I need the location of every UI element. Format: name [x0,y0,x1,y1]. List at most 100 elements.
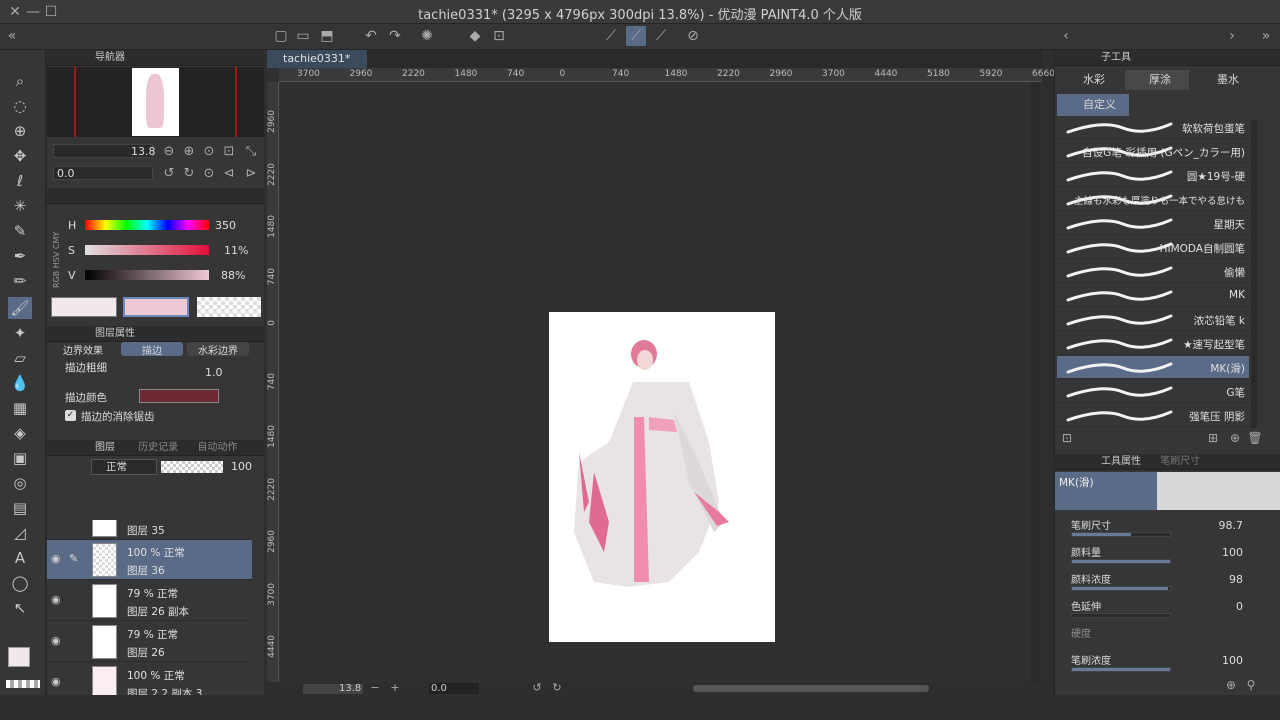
snap-special-ruler-icon[interactable]: ⟋ [626,26,646,46]
history-tab[interactable]: 历史记录 [138,442,178,453]
save-icon[interactable]: ⬒ [318,26,336,46]
color-stretch-row[interactable]: 色延伸 0 [1055,595,1280,622]
brush-item[interactable]: ★速写起型笔 [1057,332,1249,355]
add-subtool-icon[interactable]: ⊕ [1227,428,1243,448]
antialias-checkbox[interactable]: ✓ [65,410,76,421]
zoom-plus-icon[interactable]: + [389,678,401,698]
fit-icon[interactable]: ⊡ [221,142,237,162]
rotate-canvas-right-icon[interactable]: ↻ [551,678,563,698]
zoom-in-icon[interactable]: ⊕ [181,142,197,162]
tab-thick-paint[interactable]: 厚涂 [1125,70,1189,90]
transform-icon[interactable]: ⊡ [490,26,508,46]
stroke-button[interactable]: 描边 [121,342,183,357]
horizontal-scrollbar[interactable] [693,685,929,692]
document-tab[interactable]: tachie0331* [267,50,367,68]
fill-icon[interactable]: ◆ [466,26,484,46]
rotate-reset-icon[interactable]: ⊙ [201,164,217,184]
chevron-right-icon[interactable]: › [1224,26,1240,46]
saturation-slider[interactable] [85,245,209,255]
brush-item[interactable]: 浓芯铅笔 k [1057,308,1249,331]
pen-tool-icon[interactable]: ✒ [8,245,32,267]
tab-ink[interactable]: 墨水 [1193,70,1257,90]
layers-title[interactable]: 图层 [95,442,115,453]
new-file-icon[interactable]: ▢ [272,26,290,46]
lasso-tool-icon[interactable]: ℓ [8,170,32,192]
opacity-value[interactable]: 100 [231,460,252,473]
stroke-color-chip[interactable] [139,389,219,403]
balloon-tool-icon[interactable]: ◯ [8,572,32,594]
auto-action-tab[interactable]: 自动动作 [197,442,237,453]
value-slider[interactable] [85,270,209,280]
brush-item[interactable]: 软软荷包蛋笔 [1057,120,1249,139]
zoom-out-icon[interactable]: ⊖ [161,142,177,162]
hue-slider[interactable] [85,220,209,230]
paint-amount-row[interactable]: 颜料量 100 [1055,541,1280,568]
snap-ruler-icon[interactable]: ⟋ [602,26,620,46]
paint-density-row[interactable]: 颜料浓度 98 [1055,568,1280,595]
move-tool-icon[interactable]: ✥ [8,145,32,167]
brush-item[interactable]: 偷懒 [1057,260,1249,283]
layer-row[interactable]: ◉ 100 % 正常 图层 2 2 副本 3 [47,663,252,695]
redo-icon[interactable]: ↷ [386,26,404,46]
transparent-color-swatch[interactable] [6,680,40,688]
ruler-tool-icon[interactable]: ◿ [8,522,32,544]
rotate-canvas-left-icon[interactable]: ↺ [531,678,543,698]
brush-density-row[interactable]: 笔刷浓度 100 [1055,649,1280,676]
brush-item[interactable]: G笔 [1057,380,1249,403]
layer-row[interactable]: ◉ 79 % 正常 图层 26 副本 [47,581,252,621]
stroke-width-value[interactable]: 1.0 [205,366,223,379]
eye-icon[interactable]: ◉ [51,593,61,606]
brush-item[interactable]: 圆★19号-硬 [1057,164,1249,187]
eye-icon[interactable]: ◉ [51,634,61,647]
eraser-tool-icon[interactable]: ▱ [8,347,32,369]
magic-wand-tool-icon[interactable]: ✳ [8,195,32,217]
rotate-left-icon[interactable]: ↺ [161,164,177,184]
brush-item[interactable]: HIMODA自制圆笔 [1057,236,1249,259]
main-color-swatch[interactable] [8,647,30,667]
loading-icon[interactable]: ✺ [418,26,436,46]
zoom-actual-icon[interactable]: ⊙ [201,142,217,162]
delete-subtool-icon[interactable]: 🗑 [1247,428,1263,448]
brush-size-tab[interactable]: 笔刷尺寸 [1160,456,1200,467]
canvas-zoom-value[interactable]: 13.8 [339,683,361,694]
open-file-icon[interactable]: ▭ [294,26,312,46]
blend-tool-icon[interactable]: 💧 [8,372,32,394]
hardness-row[interactable]: 硬度 [1055,622,1280,649]
color-mode-tabs[interactable]: RGB HSV CMY [52,208,62,288]
sub-color-chip[interactable] [123,297,189,317]
canvas-angle-value[interactable]: 0.0 [429,683,479,694]
layer-row[interactable]: ◉ ✎ 100 % 正常 图层 36 [47,540,252,580]
rotate-right-icon[interactable]: ↻ [181,164,197,184]
eyedropper-tool-icon[interactable]: ✎ [8,220,32,242]
flip-horizontal-icon[interactable]: ⊲ [221,164,237,184]
brush-item[interactable]: 强笔压 阴影 [1057,404,1249,427]
brush-item-selected[interactable]: MK(滑) [1057,356,1249,379]
pencil-tool-icon[interactable]: ✏ [8,270,32,292]
collapse-right-icon[interactable]: ‹ [1058,26,1074,46]
zoom-minus-icon[interactable]: − [369,678,381,698]
correction-tool-icon[interactable]: ↖ [8,597,32,619]
brush-item[interactable]: 自设G笔-彩插用 (Gペン_カラー用) [1057,140,1249,163]
gradient-tool-icon[interactable]: ▣ [8,447,32,469]
transparent-color-chip[interactable] [197,297,261,317]
wrench-icon[interactable]: ⚲ [1243,675,1259,695]
eye-icon[interactable]: ◉ [51,675,61,688]
figure-tool-icon[interactable]: ▤ [8,497,32,519]
layer-move-tool-icon[interactable]: ⊕ [8,120,32,142]
tab-watercolor[interactable]: 水彩 [1059,70,1123,90]
flip-vertical-icon[interactable]: ⊳ [243,164,259,184]
brush-item[interactable]: 主線も水彩も厚塗りも一本でやる怠けも [1057,188,1249,211]
copy-subtool-icon[interactable]: ⊞ [1205,428,1221,448]
blend-mode-select[interactable]: 正常 [91,459,157,475]
brush-tool-icon[interactable]: 🖌 [8,297,32,319]
watercolor-border-button[interactable]: 水彩边界 [187,342,249,357]
collapse-far-right-icon[interactable]: » [1258,26,1274,46]
help-icon[interactable]: ⊘ [684,26,702,46]
brush-list-scrollbar[interactable] [1251,120,1257,428]
subtool-settings-icon[interactable]: ⊡ [1059,428,1075,448]
tab-custom[interactable]: 自定义 [1057,94,1129,116]
airbrush-tool-icon[interactable]: ✦ [8,322,32,344]
bucket-tool-icon[interactable]: ◈ [8,422,32,444]
text-tool-icon[interactable]: A [8,547,32,569]
fit-window-icon[interactable]: ⤡ [243,142,259,162]
